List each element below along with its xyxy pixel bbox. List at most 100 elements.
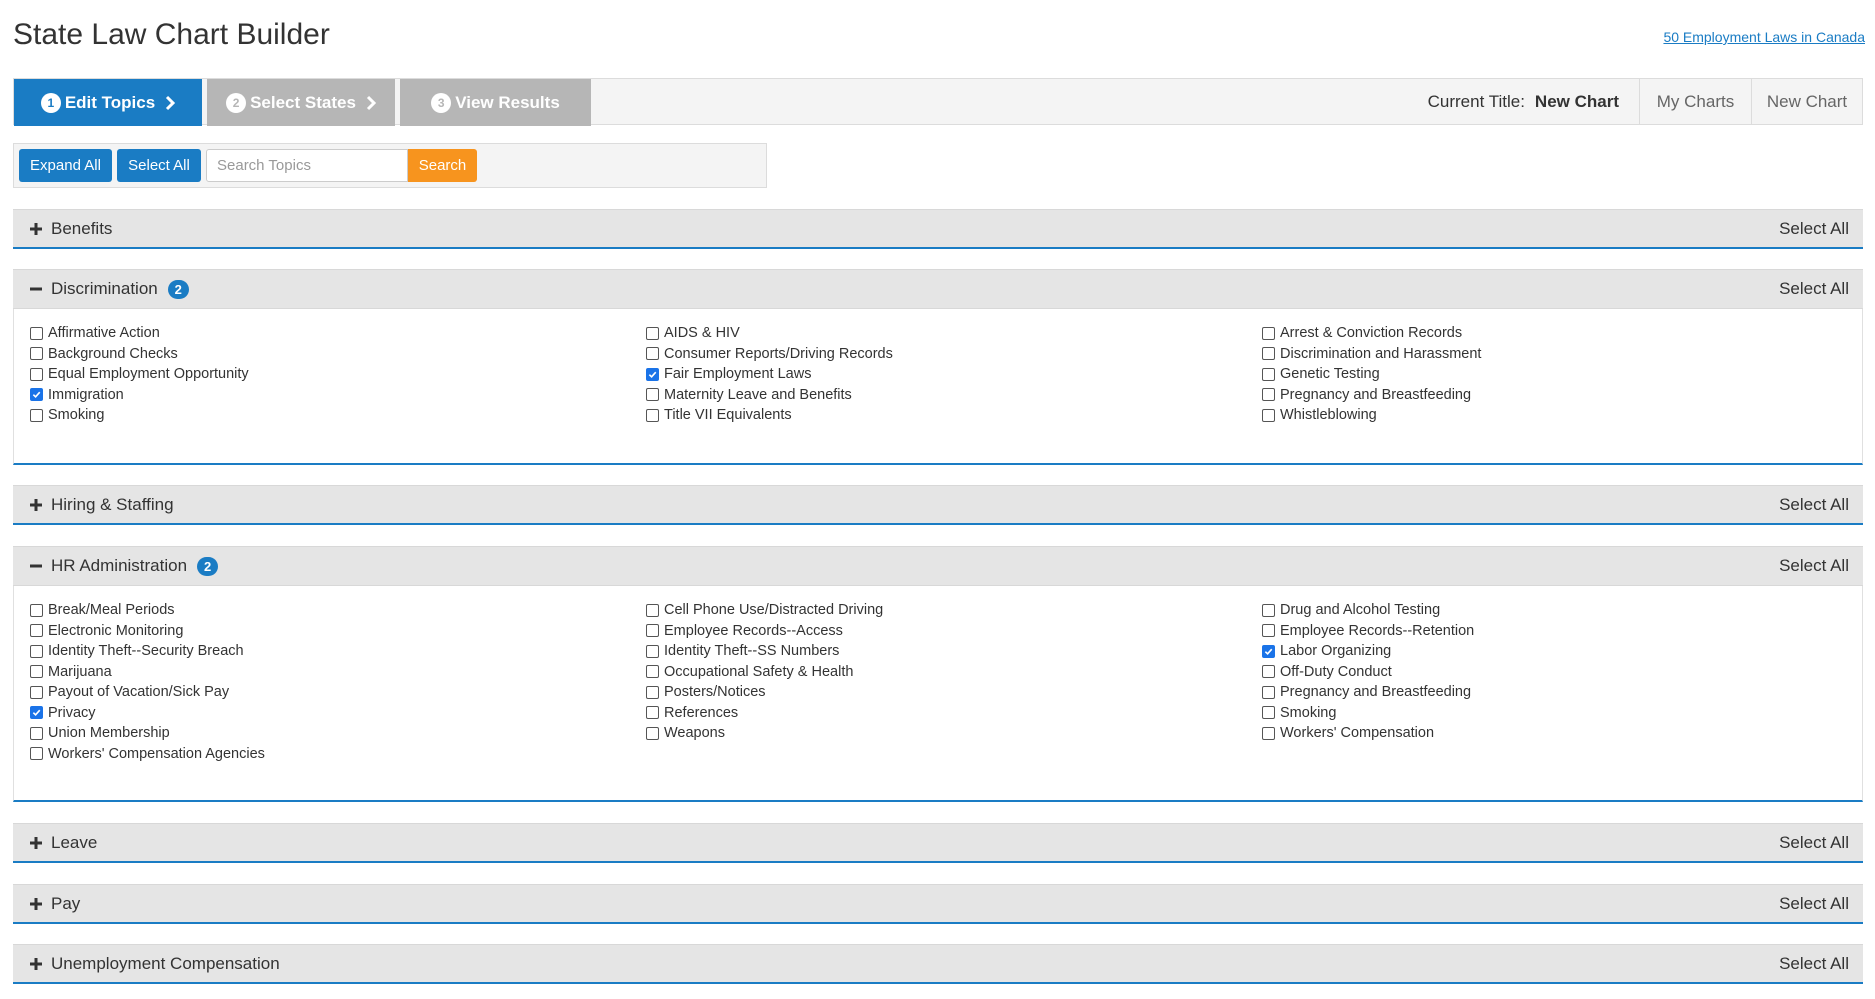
- checkbox[interactable]: [1262, 665, 1275, 679]
- search-topics-input[interactable]: [206, 149, 408, 182]
- checkbox[interactable]: [646, 603, 659, 617]
- checkbox[interactable]: [1262, 624, 1275, 638]
- checkbox[interactable]: [646, 388, 659, 402]
- checkbox[interactable]: [1262, 644, 1275, 658]
- checkbox[interactable]: [30, 726, 43, 740]
- topic-checkbox-item[interactable]: References: [646, 703, 883, 724]
- step-select-states[interactable]: 2 Select States: [207, 79, 395, 126]
- topic-checkbox-item[interactable]: Identity Theft--Security Breach: [30, 641, 265, 662]
- checkbox[interactable]: [30, 388, 43, 402]
- checkbox[interactable]: [30, 347, 43, 361]
- topic-checkbox-item[interactable]: Smoking: [30, 405, 249, 426]
- section-select-all[interactable]: Select All: [1779, 219, 1849, 239]
- section-select-all[interactable]: Select All: [1779, 954, 1849, 974]
- topic-checkbox-item[interactable]: Pregnancy and Breastfeeding: [1262, 682, 1474, 703]
- topic-checkbox-item[interactable]: Identity Theft--SS Numbers: [646, 641, 883, 662]
- topic-checkbox-item[interactable]: Genetic Testing: [1262, 364, 1481, 385]
- plus-icon[interactable]: [29, 957, 43, 971]
- section-select-all[interactable]: Select All: [1779, 556, 1849, 576]
- checkbox[interactable]: [646, 644, 659, 658]
- my-charts-button[interactable]: My Charts: [1639, 79, 1751, 124]
- topic-checkbox-item[interactable]: Equal Employment Opportunity: [30, 364, 249, 385]
- checkbox[interactable]: [646, 624, 659, 638]
- topic-checkbox-item[interactable]: Maternity Leave and Benefits: [646, 385, 893, 406]
- topic-checkbox-item[interactable]: Affirmative Action: [30, 323, 249, 344]
- checkbox[interactable]: [30, 367, 43, 381]
- checkbox[interactable]: [1262, 367, 1275, 381]
- search-button[interactable]: Search: [408, 149, 477, 182]
- topic-checkbox-item[interactable]: Workers' Compensation: [1262, 723, 1474, 744]
- checkbox[interactable]: [646, 706, 659, 720]
- checkbox[interactable]: [646, 347, 659, 361]
- section-leave-header[interactable]: Leave Select All: [13, 823, 1863, 863]
- checkbox[interactable]: [30, 685, 43, 699]
- topic-checkbox-item[interactable]: Fair Employment Laws: [646, 364, 893, 385]
- topic-checkbox-item[interactable]: Occupational Safety & Health: [646, 662, 883, 683]
- checkbox[interactable]: [646, 326, 659, 340]
- topic-checkbox-item[interactable]: Consumer Reports/Driving Records: [646, 344, 893, 365]
- plus-icon[interactable]: [29, 222, 43, 236]
- checkbox[interactable]: [1262, 408, 1275, 422]
- expand-all-button[interactable]: Expand All: [19, 149, 112, 182]
- plus-icon[interactable]: [29, 836, 43, 850]
- minus-icon[interactable]: [29, 559, 43, 573]
- section-hiring-header[interactable]: Hiring & Staffing Select All: [13, 485, 1863, 525]
- topic-checkbox-item[interactable]: Labor Organizing: [1262, 641, 1474, 662]
- plus-icon[interactable]: [29, 498, 43, 512]
- checkbox[interactable]: [1262, 326, 1275, 340]
- topic-checkbox-item[interactable]: Title VII Equivalents: [646, 405, 893, 426]
- topic-checkbox-item[interactable]: Cell Phone Use/Distracted Driving: [646, 600, 883, 621]
- topic-checkbox-item[interactable]: Pregnancy and Breastfeeding: [1262, 385, 1481, 406]
- checkbox[interactable]: [30, 665, 43, 679]
- topic-checkbox-item[interactable]: Electronic Monitoring: [30, 621, 265, 642]
- minus-icon[interactable]: [29, 282, 43, 296]
- checkbox[interactable]: [1262, 388, 1275, 402]
- topic-checkbox-item[interactable]: Privacy: [30, 703, 265, 724]
- topic-checkbox-item[interactable]: Whistleblowing: [1262, 405, 1481, 426]
- checkbox[interactable]: [30, 624, 43, 638]
- section-unemployment-header[interactable]: Unemployment Compensation Select All: [13, 944, 1863, 984]
- topic-checkbox-item[interactable]: Payout of Vacation/Sick Pay: [30, 682, 265, 703]
- checkbox[interactable]: [1262, 726, 1275, 740]
- checkbox[interactable]: [30, 644, 43, 658]
- topic-checkbox-item[interactable]: Smoking: [1262, 703, 1474, 724]
- topic-checkbox-item[interactable]: Off-Duty Conduct: [1262, 662, 1474, 683]
- topic-checkbox-item[interactable]: Employee Records--Access: [646, 621, 883, 642]
- topic-checkbox-item[interactable]: Workers' Compensation Agencies: [30, 744, 265, 765]
- topic-checkbox-item[interactable]: Marijuana: [30, 662, 265, 683]
- checkbox[interactable]: [1262, 347, 1275, 361]
- topic-checkbox-item[interactable]: Break/Meal Periods: [30, 600, 265, 621]
- section-select-all[interactable]: Select All: [1779, 833, 1849, 853]
- checkbox[interactable]: [30, 603, 43, 617]
- checkbox[interactable]: [646, 408, 659, 422]
- topic-checkbox-item[interactable]: Background Checks: [30, 344, 249, 365]
- step-edit-topics[interactable]: 1 Edit Topics: [14, 79, 202, 126]
- section-select-all[interactable]: Select All: [1779, 495, 1849, 515]
- checkbox[interactable]: [1262, 603, 1275, 617]
- checkbox[interactable]: [646, 726, 659, 740]
- canada-laws-link[interactable]: 50 Employment Laws in Canada: [1663, 29, 1865, 45]
- section-select-all[interactable]: Select All: [1779, 894, 1849, 914]
- checkbox[interactable]: [30, 747, 43, 761]
- topic-checkbox-item[interactable]: Drug and Alcohol Testing: [1262, 600, 1474, 621]
- section-benefits-header[interactable]: Benefits Select All: [13, 209, 1863, 249]
- step-view-results[interactable]: 3 View Results: [400, 79, 591, 126]
- plus-icon[interactable]: [29, 897, 43, 911]
- topic-checkbox-item[interactable]: Posters/Notices: [646, 682, 883, 703]
- new-chart-button[interactable]: New Chart: [1751, 79, 1862, 124]
- section-select-all[interactable]: Select All: [1779, 279, 1849, 299]
- section-pay-header[interactable]: Pay Select All: [13, 884, 1863, 924]
- checkbox[interactable]: [646, 665, 659, 679]
- checkbox[interactable]: [646, 685, 659, 699]
- checkbox[interactable]: [30, 706, 43, 720]
- topic-checkbox-item[interactable]: Union Membership: [30, 723, 265, 744]
- section-discrimination-header[interactable]: Discrimination 2 Select All: [13, 269, 1863, 309]
- topic-checkbox-item[interactable]: Weapons: [646, 723, 883, 744]
- checkbox[interactable]: [1262, 685, 1275, 699]
- topic-checkbox-item[interactable]: Arrest & Conviction Records: [1262, 323, 1481, 344]
- checkbox[interactable]: [646, 367, 659, 381]
- checkbox[interactable]: [1262, 706, 1275, 720]
- topic-checkbox-item[interactable]: Discrimination and Harassment: [1262, 344, 1481, 365]
- topic-checkbox-item[interactable]: Employee Records--Retention: [1262, 621, 1474, 642]
- checkbox[interactable]: [30, 408, 43, 422]
